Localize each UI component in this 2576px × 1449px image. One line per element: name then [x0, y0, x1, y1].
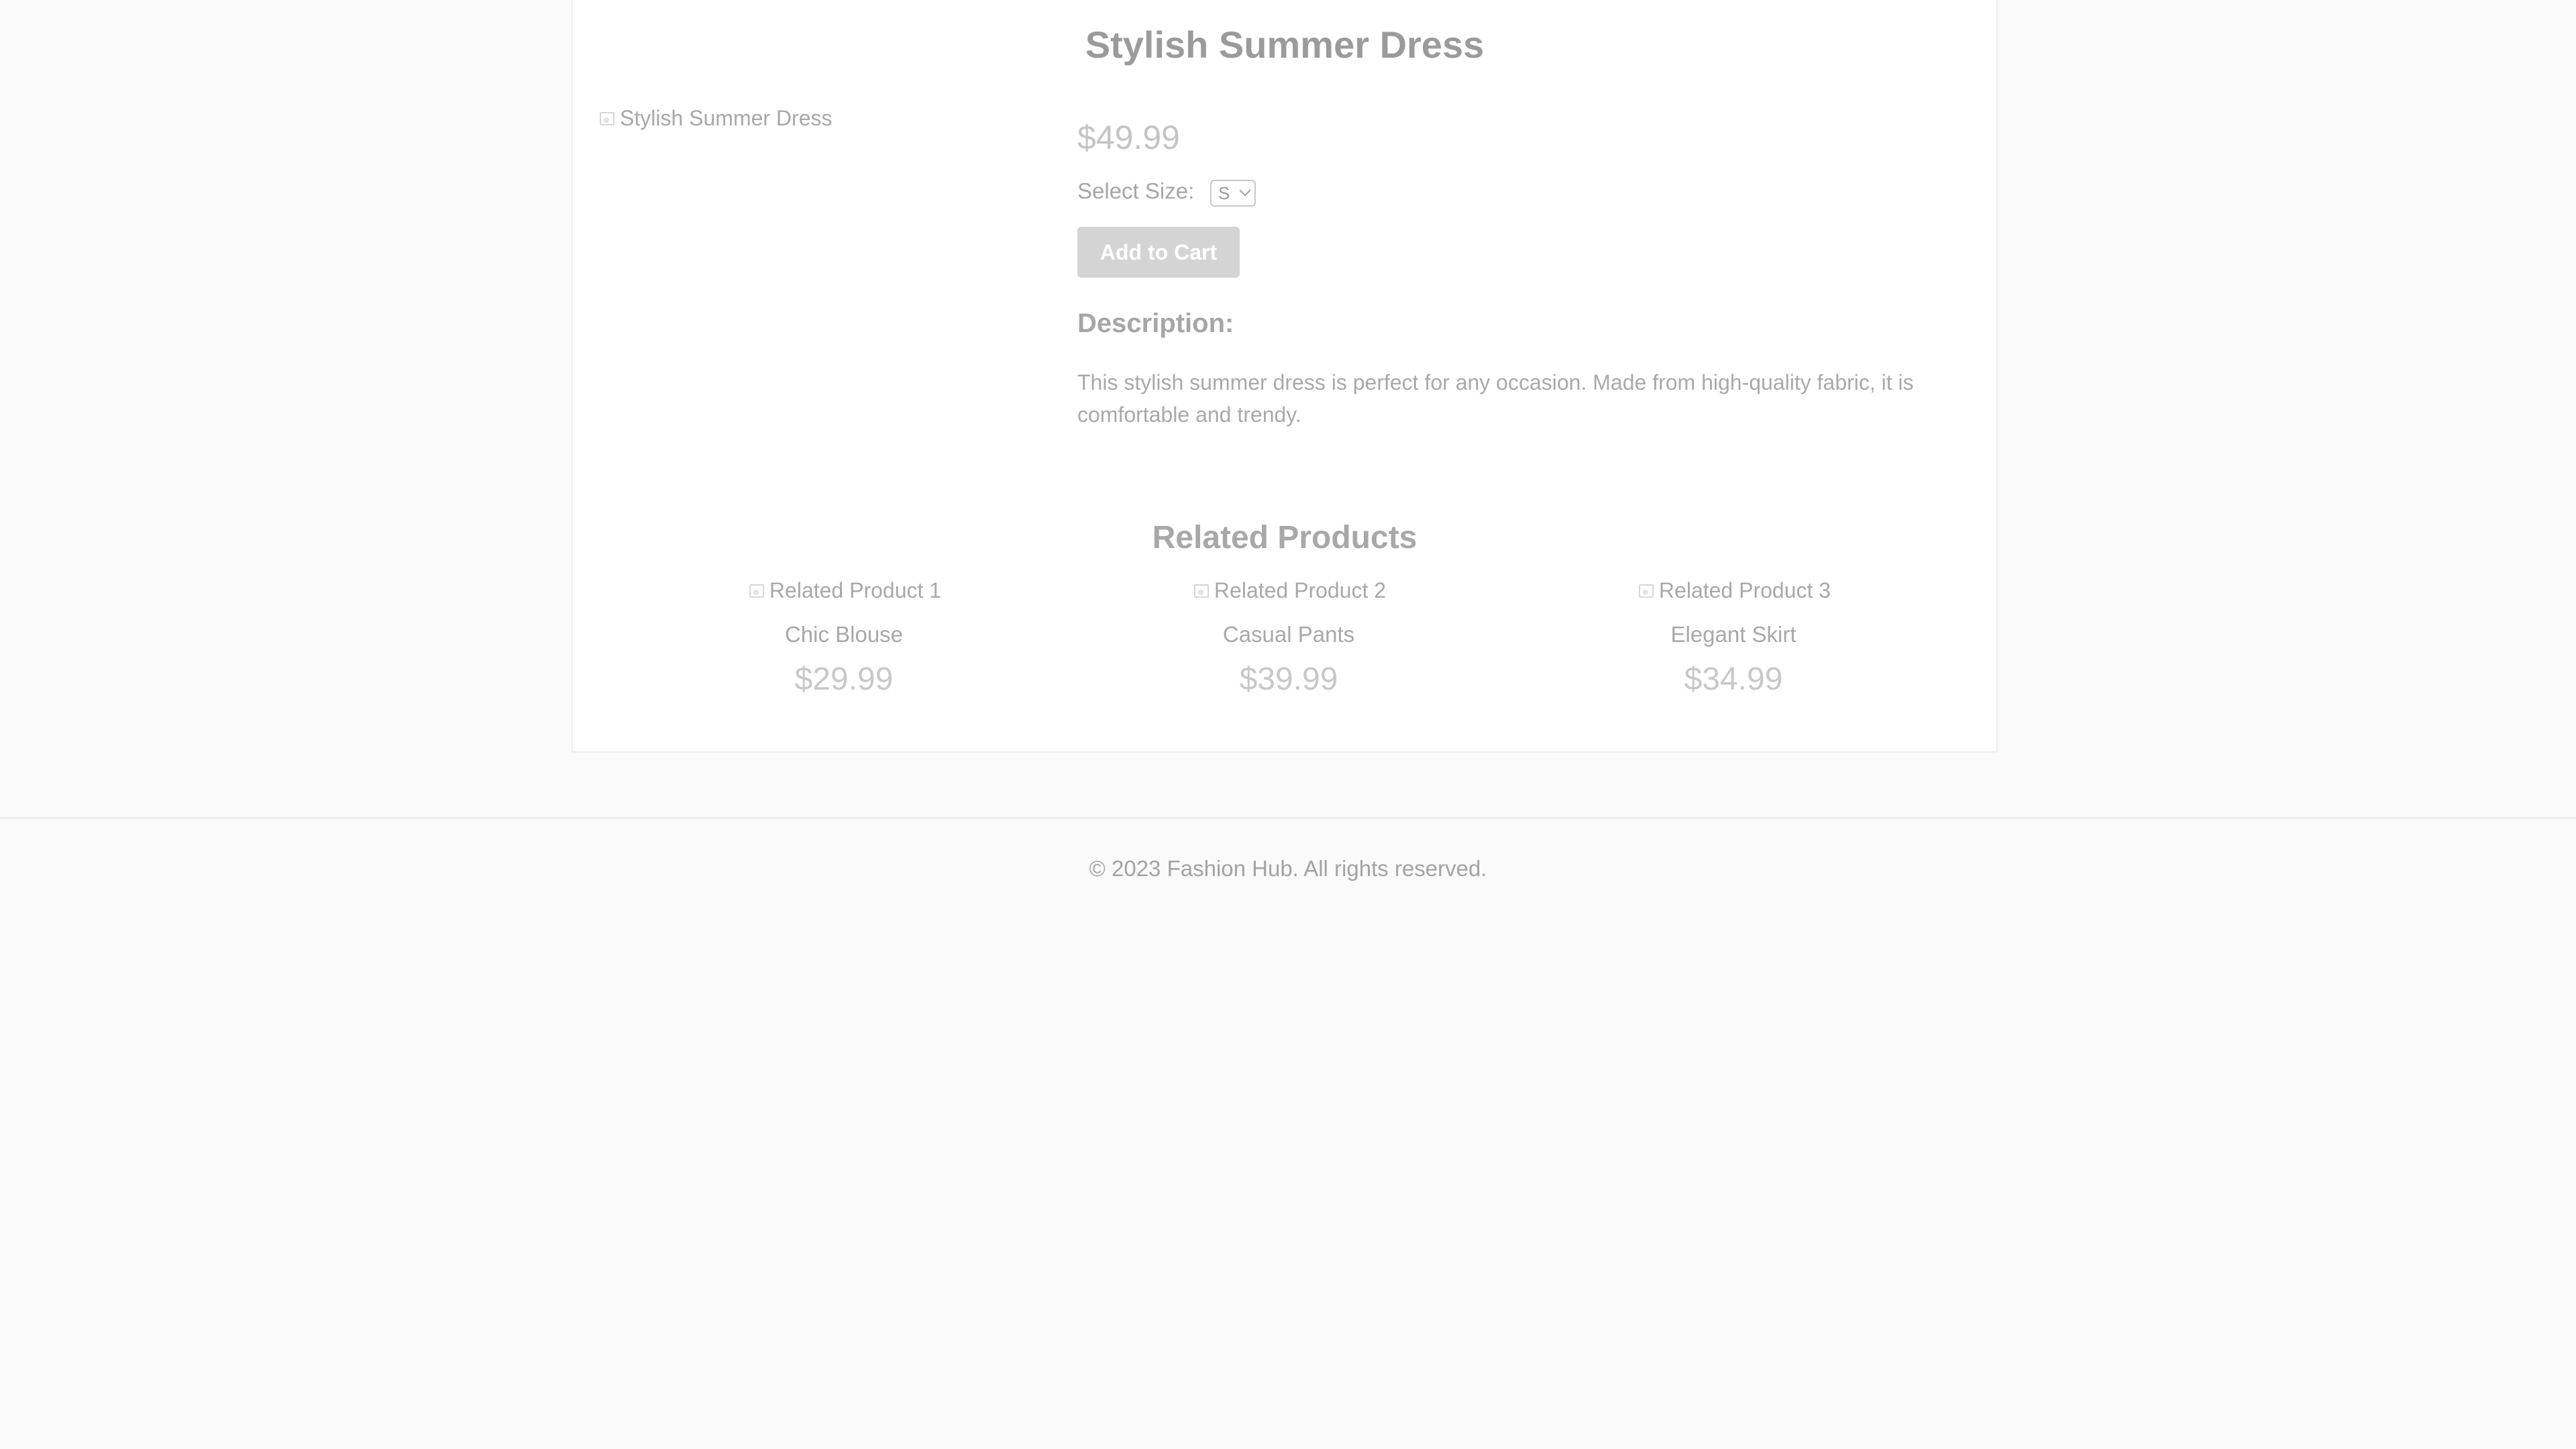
page-title: Stylish Summer Dress [1085, 23, 1485, 66]
broken-image-icon [747, 580, 768, 602]
related-product-card[interactable]: Related Product 1 Chic Blouse $29.99 [643, 578, 1045, 698]
related-product-price: $39.99 [1239, 661, 1338, 697]
related-products-title: Related Products [1152, 520, 1417, 555]
product-price: $49.99 [1077, 119, 1180, 156]
footer-divider [0, 817, 2576, 819]
related-product-image-alt: Related Product 1 [769, 578, 942, 602]
description-heading: Description: [1077, 309, 1234, 338]
footer-copyright: © 2023 Fashion Hub. All rights reserved. [1089, 856, 1487, 881]
broken-image-icon [597, 108, 619, 129]
size-select[interactable]: S [1210, 180, 1256, 207]
related-product-price: $34.99 [1684, 661, 1783, 697]
broken-image-icon [1191, 580, 1213, 602]
chevron-down-icon [1239, 184, 1251, 197]
related-product-price: $29.99 [794, 661, 894, 697]
related-product-image-alt: Related Product 3 [1658, 578, 1831, 602]
related-product-name[interactable]: Casual Pants [1223, 622, 1354, 647]
related-product-card[interactable]: Related Product 3 Elegant Skirt $34.99 [1532, 578, 1935, 698]
related-product-image-alt: Related Product 2 [1214, 578, 1387, 602]
product-card: Stylish Summer Dress Stylish Summer Dres… [572, 0, 1998, 753]
add-to-cart-button[interactable]: Add to Cart [1077, 227, 1240, 278]
size-select-value: S [1218, 182, 1230, 203]
description-text: This stylish summer dress is perfect for… [1077, 370, 1914, 427]
related-product-name[interactable]: Chic Blouse [785, 622, 903, 647]
broken-image-icon [1636, 580, 1658, 602]
related-product-card[interactable]: Related Product 2 Casual Pants $39.99 [1087, 578, 1490, 698]
related-product-image[interactable]: Related Product 2 [1191, 578, 1386, 603]
product-image: Stylish Summer Dress [597, 106, 833, 131]
size-label: Select Size: [1077, 178, 1195, 203]
product-image-alt: Stylish Summer Dress [620, 106, 833, 130]
related-product-image[interactable]: Related Product 3 [1636, 578, 1831, 603]
related-product-name[interactable]: Elegant Skirt [1670, 622, 1796, 647]
related-product-image[interactable]: Related Product 1 [747, 578, 941, 603]
